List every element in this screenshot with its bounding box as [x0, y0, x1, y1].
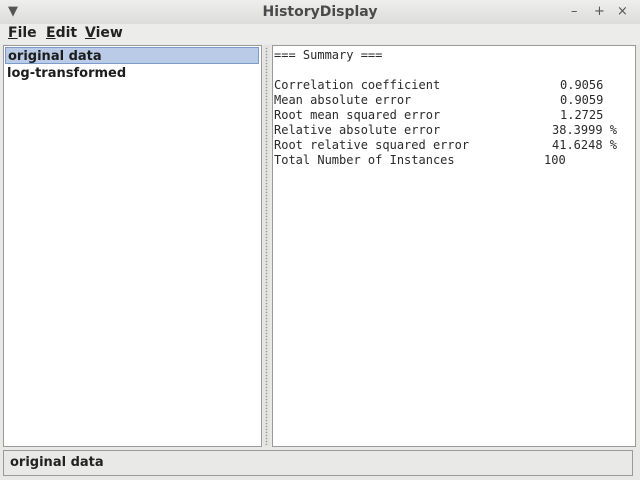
- maximize-icon[interactable]: +: [594, 4, 605, 19]
- summary-value: 0.9056: [560, 78, 604, 92]
- menu-view[interactable]: View: [85, 25, 123, 41]
- menu-file-label: ile: [17, 25, 37, 41]
- menu-edit[interactable]: Edit: [46, 25, 77, 41]
- status-text: original data: [10, 455, 104, 470]
- output-text-area[interactable]: === Summary === Correlation coefficient …: [272, 45, 636, 447]
- menu-bar: File Edit View: [0, 24, 640, 44]
- summary-value: 0.9059: [560, 93, 604, 107]
- summary-value: 100: [544, 153, 566, 167]
- menu-file-mnemonic: F: [8, 25, 18, 41]
- summary-label: Total Number of Instances: [274, 153, 455, 167]
- status-bar: original data: [3, 450, 633, 476]
- window-title: HistoryDisplay: [262, 4, 378, 20]
- menu-edit-mnemonic: E: [46, 25, 56, 41]
- close-icon[interactable]: ×: [617, 4, 628, 19]
- summary-label: Relative absolute error: [274, 123, 441, 137]
- history-item-log-transformed[interactable]: log-transformed: [5, 65, 259, 82]
- title-bar: ▼ HistoryDisplay – + ×: [0, 0, 640, 25]
- summary-value: 38.3999 %: [552, 123, 618, 137]
- minimize-icon[interactable]: –: [571, 4, 578, 19]
- summary-label: Correlation coefficient: [274, 78, 441, 92]
- divider-grip-icon: [265, 47, 268, 445]
- summary-header: === Summary ===: [274, 48, 383, 62]
- summary-label: Mean absolute error: [274, 93, 412, 107]
- summary-label: Root mean squared error: [274, 108, 441, 122]
- summary-value: 1.2725: [560, 108, 604, 122]
- summary-value: 41.6248 %: [552, 138, 618, 152]
- menu-file[interactable]: File: [8, 25, 37, 41]
- menu-edit-label: dit: [55, 25, 78, 41]
- summary-label: Root relative squared error: [274, 138, 470, 152]
- history-list[interactable]: original data log-transformed: [3, 45, 262, 447]
- history-item-original-data[interactable]: original data: [5, 47, 259, 64]
- split-pane-divider[interactable]: [263, 45, 270, 447]
- menu-view-label: iew: [95, 25, 123, 41]
- menu-view-mnemonic: V: [85, 25, 96, 41]
